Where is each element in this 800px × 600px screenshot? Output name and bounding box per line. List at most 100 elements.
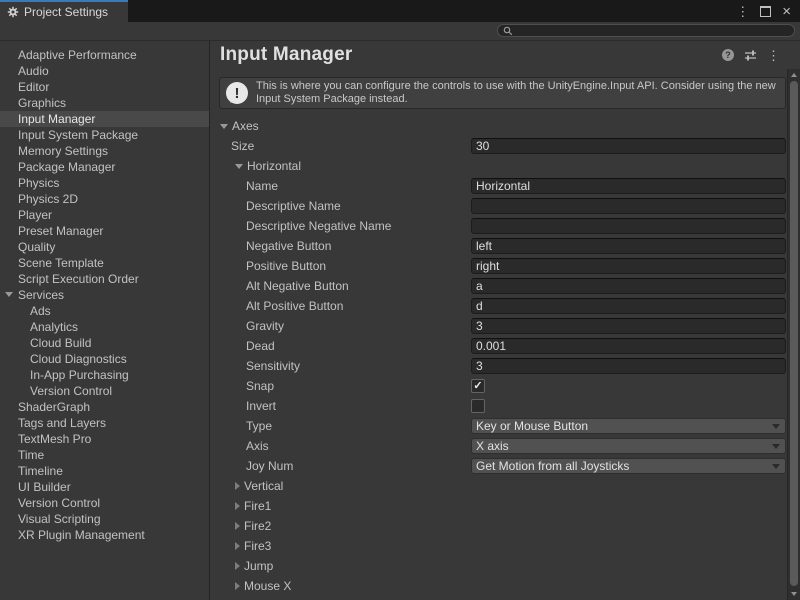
sidebar-item-cloud-build[interactable]: Cloud Build <box>0 335 209 351</box>
property-field <box>471 298 786 314</box>
input-manager-pane: Input Manager ? ⋮ ! This is where you ca… <box>210 41 800 600</box>
property-label: Descriptive Negative Name <box>246 219 391 233</box>
help-icon[interactable]: ? <box>722 49 734 61</box>
pane-menu-icon[interactable]: ⋮ <box>767 49 780 62</box>
gravity-field[interactable] <box>471 318 786 334</box>
chevron-down-icon <box>772 444 780 449</box>
sidebar-item-physics-2d[interactable]: Physics 2D <box>0 191 209 207</box>
property-label[interactable]: Axes <box>232 119 259 133</box>
property-label[interactable]: Jump <box>244 559 273 573</box>
sensitivity-field[interactable] <box>471 358 786 374</box>
property-row-axis: AxisX axis <box>220 436 786 456</box>
negative-button-field[interactable] <box>471 238 786 254</box>
sidebar-item-xr-plugin-management[interactable]: XR Plugin Management <box>0 527 209 543</box>
property-row-name: Name <box>220 176 786 196</box>
sidebar-item-memory-settings[interactable]: Memory Settings <box>0 143 209 159</box>
foldout-open-icon[interactable] <box>235 164 243 169</box>
foldout-closed-icon[interactable] <box>235 522 240 530</box>
search-input[interactable] <box>513 25 794 36</box>
sidebar-item-script-execution-order[interactable]: Script Execution Order <box>0 271 209 287</box>
close-icon[interactable]: × <box>782 4 791 19</box>
sidebar-item-timeline[interactable]: Timeline <box>0 463 209 479</box>
property-field: Key or Mouse Button <box>471 418 786 434</box>
sidebar-item-in-app-purchasing[interactable]: In-App Purchasing <box>0 367 209 383</box>
search-box[interactable] <box>497 24 795 37</box>
foldout-closed-icon[interactable] <box>235 542 240 550</box>
descriptive-negative-name-field[interactable] <box>471 218 786 234</box>
sidebar-item-ui-builder[interactable]: UI Builder <box>0 479 209 495</box>
size-field[interactable] <box>471 138 786 154</box>
sidebar-item-textmesh-pro[interactable]: TextMesh Pro <box>0 431 209 447</box>
property-label[interactable]: Fire3 <box>244 539 271 553</box>
sidebar-item-input-manager[interactable]: Input Manager <box>0 111 209 127</box>
sidebar-item-version-control[interactable]: Version Control <box>0 495 209 511</box>
alt-positive-button-field[interactable] <box>471 298 786 314</box>
type-dropdown[interactable]: Key or Mouse Button <box>471 418 786 434</box>
pane-scroll-content: ! This is where you can configure the co… <box>210 69 787 600</box>
sidebar-item-editor[interactable]: Editor <box>0 79 209 95</box>
property-row-fire1: Fire1 <box>220 496 786 516</box>
info-box-text: This is where you can configure the cont… <box>256 80 777 106</box>
window-menu-icon[interactable]: ⋮ <box>736 5 749 18</box>
sidebar-item-player[interactable]: Player <box>0 207 209 223</box>
scrollbar-thumb[interactable] <box>790 81 798 586</box>
property-label[interactable]: Fire1 <box>244 499 271 513</box>
info-icon: ! <box>226 82 248 104</box>
axis-dropdown[interactable]: X axis <box>471 438 786 454</box>
foldout-closed-icon[interactable] <box>235 482 240 490</box>
property-label[interactable]: Fire2 <box>244 519 271 533</box>
sidebar-item-visual-scripting[interactable]: Visual Scripting <box>0 511 209 527</box>
sidebar-item-version-control[interactable]: Version Control <box>0 383 209 399</box>
sidebar-item-time[interactable]: Time <box>0 447 209 463</box>
sidebar-item-package-manager[interactable]: Package Manager <box>0 159 209 175</box>
sidebar-item-audio[interactable]: Audio <box>0 63 209 79</box>
foldout-open-icon[interactable] <box>5 292 13 297</box>
sidebar-item-shadergraph[interactable]: ShaderGraph <box>0 399 209 415</box>
property-label: Alt Positive Button <box>246 299 343 313</box>
foldout-closed-icon[interactable] <box>235 502 240 510</box>
maximize-icon[interactable] <box>760 6 771 17</box>
property-row-negative-button: Negative Button <box>220 236 786 256</box>
sidebar-item-quality[interactable]: Quality <box>0 239 209 255</box>
sidebar-item-adaptive-performance[interactable]: Adaptive Performance <box>0 47 209 63</box>
tab-project-settings[interactable]: Project Settings <box>0 0 128 22</box>
property-row-dead: Dead <box>220 336 786 356</box>
alt-negative-button-field[interactable] <box>471 278 786 294</box>
sidebar-item-graphics[interactable]: Graphics <box>0 95 209 111</box>
snap-checkbox[interactable]: ✓ <box>471 379 485 393</box>
property-label[interactable]: Vertical <box>244 479 283 493</box>
sidebar-item-cloud-diagnostics[interactable]: Cloud Diagnostics <box>0 351 209 367</box>
scroll-down-icon[interactable] <box>791 592 797 596</box>
sidebar-item-preset-manager[interactable]: Preset Manager <box>0 223 209 239</box>
tab-bar: Project Settings ⋮ × <box>0 0 800 22</box>
property-label[interactable]: Mouse X <box>244 579 291 593</box>
property-row-type: TypeKey or Mouse Button <box>220 416 786 436</box>
property-row-fire2: Fire2 <box>220 516 786 536</box>
invert-checkbox[interactable] <box>471 399 485 413</box>
presets-icon[interactable] <box>744 49 757 61</box>
property-field: Get Motion from all Joysticks <box>471 458 786 474</box>
dead-field[interactable] <box>471 338 786 354</box>
joy-num-dropdown[interactable]: Get Motion from all Joysticks <box>471 458 786 474</box>
property-label[interactable]: Horizontal <box>247 159 301 173</box>
toolbar <box>0 22 800 40</box>
sidebar-item-physics[interactable]: Physics <box>0 175 209 191</box>
vertical-scrollbar[interactable] <box>787 69 800 600</box>
gear-icon <box>7 6 19 18</box>
project-settings-window: Project Settings ⋮ × Adaptive Performanc… <box>0 0 800 600</box>
sidebar-item-ads[interactable]: Ads <box>0 303 209 319</box>
sidebar-item-input-system-package[interactable]: Input System Package <box>0 127 209 143</box>
property-row-vertical: Vertical <box>220 476 786 496</box>
sidebar-item-tags-and-layers[interactable]: Tags and Layers <box>0 415 209 431</box>
foldout-closed-icon[interactable] <box>235 562 240 570</box>
scroll-up-icon[interactable] <box>791 73 797 77</box>
name-field[interactable] <box>471 178 786 194</box>
foldout-closed-icon[interactable] <box>235 582 240 590</box>
sidebar-item-analytics[interactable]: Analytics <box>0 319 209 335</box>
descriptive-name-field[interactable] <box>471 198 786 214</box>
foldout-open-icon[interactable] <box>220 124 228 129</box>
sidebar-item-scene-template[interactable]: Scene Template <box>0 255 209 271</box>
positive-button-field[interactable] <box>471 258 786 274</box>
sidebar-item-services[interactable]: Services <box>0 287 209 303</box>
sidebar-item-label: Time <box>18 448 44 462</box>
